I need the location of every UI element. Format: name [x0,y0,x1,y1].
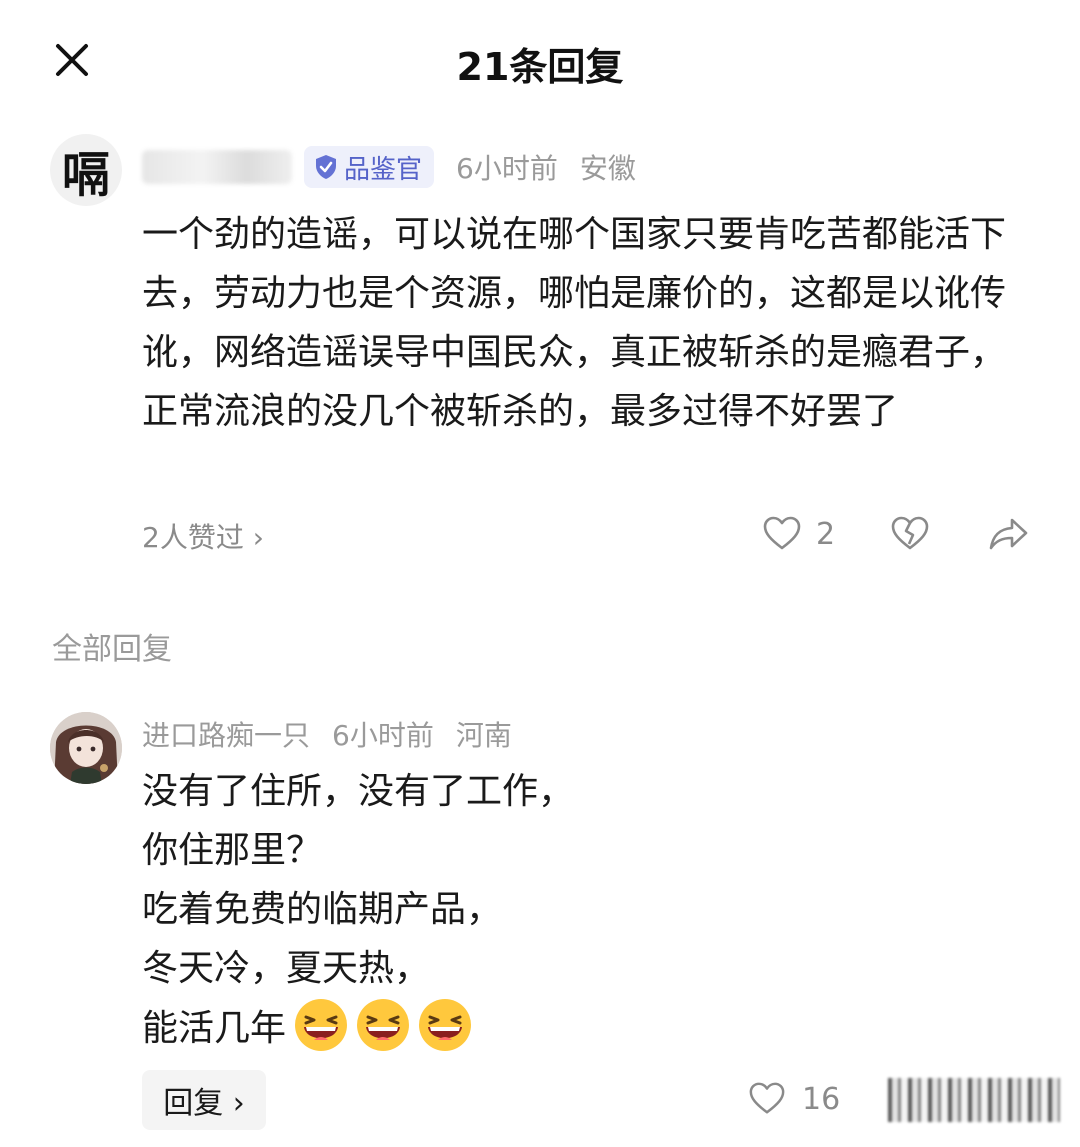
like-button[interactable]: 16 [748,1080,840,1118]
comment-location: 安徽 [579,152,636,185]
reply-line: 能活几年 [142,1008,287,1049]
comment-time: 6小时前 [456,152,558,185]
reply-line: 没有了住所，没有了工作， [142,771,575,812]
page-title: 21条回复 [456,45,624,89]
redacted-username[interactable] [142,150,292,184]
reply-line: 吃着免费的临期产品， [142,889,503,930]
reply-button[interactable]: 回复 › [142,1070,266,1130]
like-count: 2 [816,516,836,552]
like-button[interactable]: 2 [762,514,835,554]
reply-author[interactable]: 进口路痴一只 [142,714,310,754]
avatar-glyph: 嗝 [61,147,110,203]
watermark [888,1078,1060,1122]
reply-line: 冬天冷，夏天热， [142,948,431,989]
laughing-emoji-icon [295,999,348,1051]
reply-location: 河南 [455,719,512,752]
avatar[interactable] [50,712,122,784]
avatar[interactable]: 嗝 [50,134,122,206]
reply-body: 没有了住所，没有了工作， 你住那里？ 吃着免费的临期产品， 冬天冷，夏天热， 能… [142,762,1032,1058]
header: 21条回复 [0,0,1080,120]
badge-label: 品鉴官 [344,154,423,185]
broken-heart-icon [891,516,929,550]
reply-line: 你住那里？ [142,830,323,871]
shield-check-icon [316,155,336,179]
dislike-button[interactable] [890,514,930,554]
laughing-emoji-icon [419,999,472,1051]
laughing-emoji-icon [357,999,410,1051]
likers-link[interactable]: 2人赞过 › [142,516,264,556]
share-button[interactable] [988,514,1030,554]
like-count: 16 [802,1081,841,1117]
share-icon [989,518,1028,550]
reply-meta: 进口路痴一只 6小时前 河南 [142,713,512,755]
heart-icon [749,1082,785,1114]
reply-time: 6小时前 [332,719,434,752]
section-title: 全部回复 [52,632,172,667]
reply-last-line: 能活几年 [142,998,1032,1058]
comment-meta: 品鉴官 6小时前 安徽 [142,146,636,188]
user-badge[interactable]: 品鉴官 [304,146,435,188]
avatar-image [50,712,122,784]
comment-body: 一个劲的造谣，可以说在哪个国家只要肯吃苦都能活下去，劳动力也是个资源，哪怕是廉价… [142,214,1007,432]
heart-icon [763,516,801,550]
